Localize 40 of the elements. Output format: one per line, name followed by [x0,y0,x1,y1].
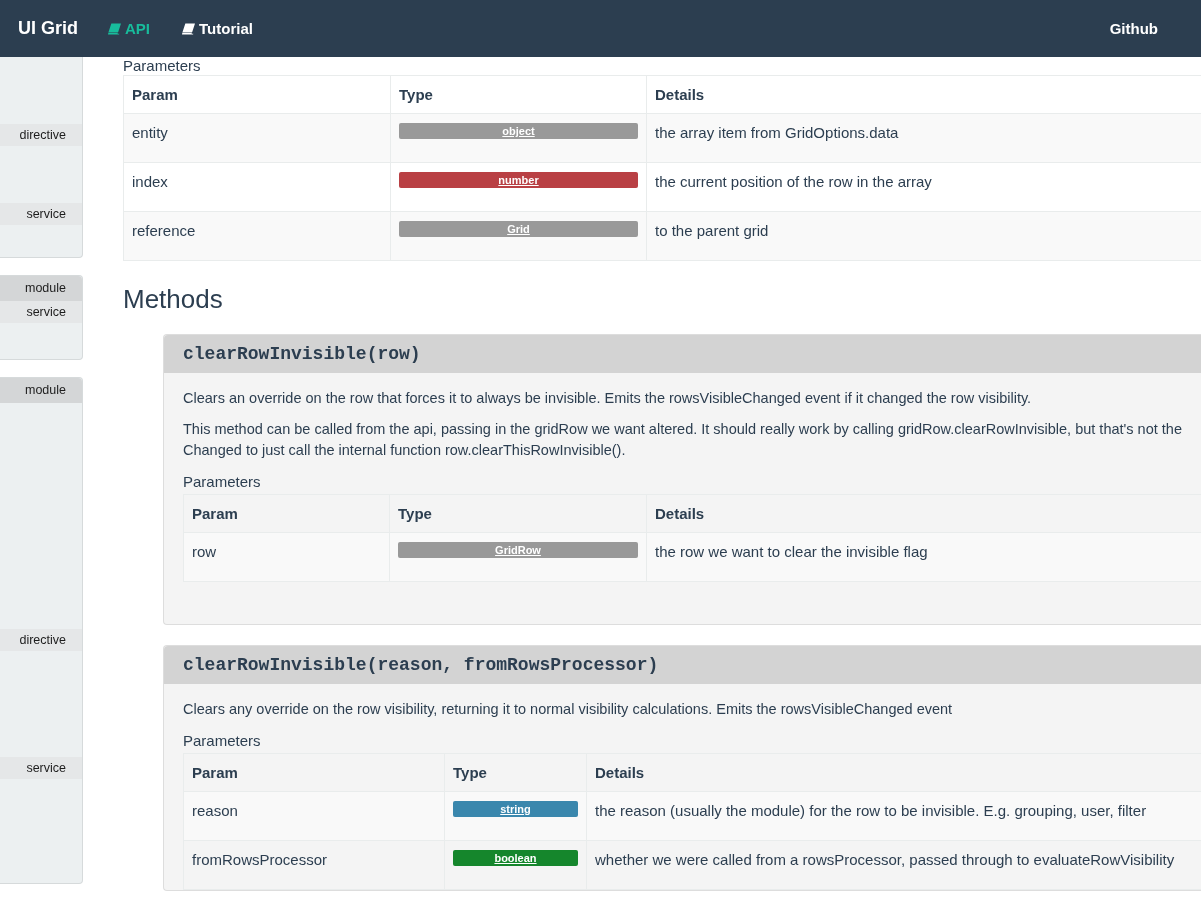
table-cell: reference [123,211,391,261]
sidebar-item[interactable]: directive [0,629,82,651]
column-header: Param [123,75,391,114]
table-cell: index [123,162,391,212]
column-header: Type [389,494,647,533]
column-header: Details [586,753,1201,792]
book-icon [182,22,196,35]
nav-link[interactable]: Github [1109,20,1158,37]
section-label: Parameters [123,57,202,75]
type-badge[interactable]: number [399,172,638,188]
table-cell: fromRowsProcessor [183,840,445,890]
brand-link[interactable]: UI Grid [18,18,78,39]
type-badge[interactable]: boolean [453,850,578,866]
table-cell: row [183,532,390,582]
column-header: Details [646,494,1201,533]
sidebar-item[interactable]: directive [0,124,82,146]
column-header: Param [183,494,390,533]
section-label: Parameters [183,731,262,751]
table-cell: reason [183,791,445,841]
sidebar-item[interactable]: service [0,757,82,779]
nav-link[interactable]: Tutorial [182,20,253,37]
sidebar-header[interactable]: module [0,276,82,301]
column-header: Details [646,75,1201,114]
type-badge[interactable]: string [453,801,578,817]
column-header: Type [390,75,647,114]
table-cell: entity [123,113,391,163]
column-header: Param [183,753,445,792]
section-label: Parameters [183,472,262,492]
book-icon [108,22,121,35]
description-text: Clears an override on the row that forces it to always be invisible. Emits the rowsVisibleChanged event if it changed the row visibility. [183,389,1033,408]
method-signature: clearRowInvisible(row) [164,335,1201,373]
column-header: Type [444,753,587,792]
description-text: This method can be called from the api, passing in the gridRow we want altered. It should really work by calling gridRow.clearRowInvisible, but that's not the Changed to just call the internal function row.clearThisRowInvisible(). [183,420,1183,460]
sidebar-header[interactable]: module [0,378,82,403]
section-heading: Methods [123,283,224,316]
method-signature: clearRowInvisible(reason, fromRowsProcessor) [164,646,1201,684]
sidebar-item[interactable]: service [0,301,82,323]
nav-link[interactable]: API [108,20,151,37]
description-text: Clears any override on the row visibility, returning it to normal visibility calculations. Emits the rowsVisibleChanged event [183,700,954,719]
sidebar-item[interactable]: service [0,203,82,225]
